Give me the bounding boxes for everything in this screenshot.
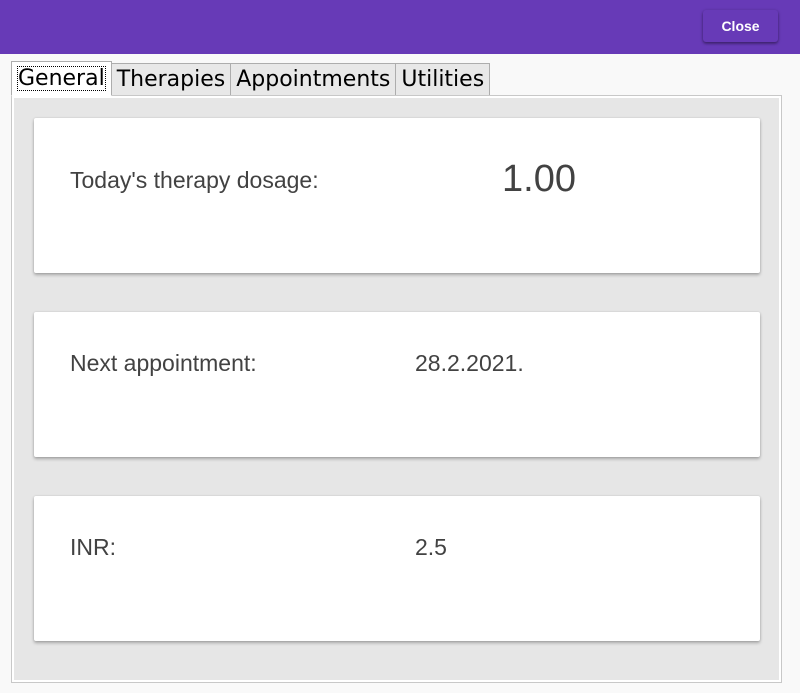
tab-therapies-label: Therapies	[116, 67, 226, 92]
tab-appointments-label: Appointments	[236, 67, 391, 92]
appointment-card: Next appointment: 28.2.2021.	[34, 312, 760, 457]
dosage-value: 1.00	[502, 158, 576, 200]
inr-card: INR: 2.5	[34, 496, 760, 641]
appointment-value: 28.2.2021.	[415, 350, 524, 376]
tab-utilities[interactable]: Utilities	[395, 63, 491, 96]
tab-general-label: General	[17, 66, 106, 91]
tab-therapies[interactable]: Therapies	[110, 63, 232, 96]
tab-bar: General Therapies Appointments Utilities	[11, 61, 491, 96]
general-tab-panel: Today's therapy dosage: 1.00 Next appoin…	[11, 95, 782, 683]
dosage-label: Today's therapy dosage:	[70, 167, 319, 193]
dosage-card: Today's therapy dosage: 1.00	[34, 118, 760, 273]
tab-appointments[interactable]: Appointments	[230, 63, 397, 96]
tab-utilities-label: Utilities	[401, 67, 485, 92]
inr-value: 2.5	[415, 534, 447, 560]
close-button[interactable]: Close	[703, 10, 778, 42]
panel-content: Today's therapy dosage: 1.00 Next appoin…	[14, 98, 779, 680]
inr-label: INR:	[70, 534, 116, 560]
app-header-bar: Close	[0, 0, 800, 54]
tab-general[interactable]: General	[11, 61, 112, 96]
appointment-label: Next appointment:	[70, 350, 257, 376]
